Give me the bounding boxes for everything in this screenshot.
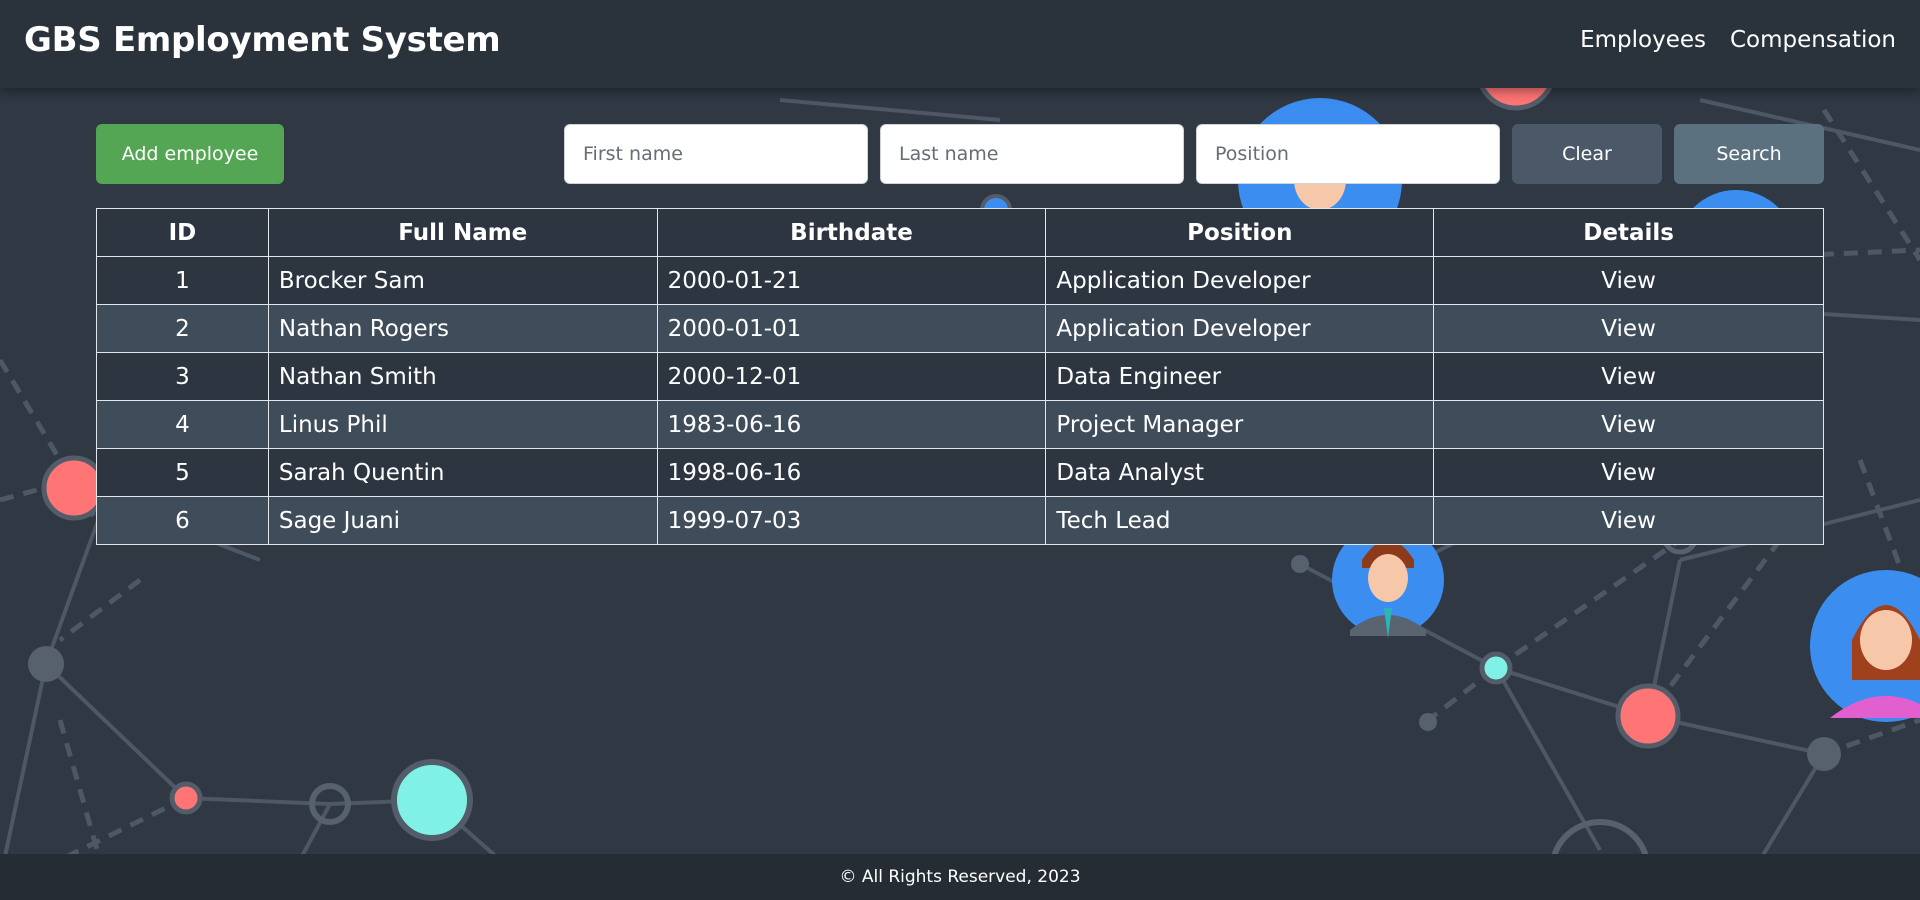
cell-id: 4 [96, 400, 269, 449]
table-row: 5 Sarah Quentin 1998-06-16 Data Analyst … [96, 448, 1824, 497]
cell-full-name: Sage Juani [267, 496, 658, 545]
column-header-position: Position [1045, 208, 1435, 257]
cell-birthdate: 1998-06-16 [656, 448, 1047, 497]
cell-position: Data Analyst [1045, 448, 1435, 497]
cell-details: View [1433, 352, 1824, 401]
nav-link-compensation[interactable]: Compensation [1730, 27, 1896, 53]
last-name-input[interactable] [880, 124, 1184, 184]
cell-full-name: Sarah Quentin [267, 448, 658, 497]
column-header-birthdate: Birthdate [656, 208, 1047, 257]
view-details-link[interactable]: View [1601, 364, 1656, 390]
table-header-row: ID Full Name Birthdate Position Details [96, 208, 1824, 257]
cell-id: 5 [96, 448, 269, 497]
clear-button[interactable]: Clear [1512, 124, 1662, 184]
search-toolbar: Add employee Clear Search [96, 124, 1824, 184]
position-input[interactable] [1196, 124, 1500, 184]
cell-full-name: Nathan Rogers [267, 304, 658, 353]
cell-position: Data Engineer [1045, 352, 1435, 401]
cell-full-name: Brocker Sam [267, 256, 658, 305]
cell-full-name: Nathan Smith [267, 352, 658, 401]
cell-id: 3 [96, 352, 269, 401]
cell-full-name: Linus Phil [267, 400, 658, 449]
cell-birthdate: 2000-01-21 [656, 256, 1047, 305]
view-details-link[interactable]: View [1601, 460, 1656, 486]
view-details-link[interactable]: View [1601, 508, 1656, 534]
app-title[interactable]: GBS Employment System [24, 20, 501, 60]
footer: © All Rights Reserved, 2023 [0, 854, 1920, 900]
cell-details: View [1433, 496, 1824, 545]
cell-id: 1 [96, 256, 269, 305]
view-details-link[interactable]: View [1601, 268, 1656, 294]
first-name-input[interactable] [564, 124, 868, 184]
cell-id: 6 [96, 496, 269, 545]
table-row: 1 Brocker Sam 2000-01-21 Application Dev… [96, 256, 1824, 305]
search-button[interactable]: Search [1674, 124, 1824, 184]
cell-birthdate: 2000-12-01 [656, 352, 1047, 401]
column-header-id: ID [96, 208, 269, 257]
cell-id: 2 [96, 304, 269, 353]
employees-table: ID Full Name Birthdate Position Details … [96, 208, 1824, 545]
navbar: GBS Employment System Employees Compensa… [0, 0, 1920, 88]
add-employee-button[interactable]: Add employee [96, 124, 284, 184]
cell-birthdate: 2000-01-01 [656, 304, 1047, 353]
nav-links: Employees Compensation [1580, 27, 1896, 53]
cell-details: View [1433, 304, 1824, 353]
cell-position: Tech Lead [1045, 496, 1435, 545]
cell-details: View [1433, 400, 1824, 449]
view-details-link[interactable]: View [1601, 412, 1656, 438]
cell-details: View [1433, 448, 1824, 497]
cell-birthdate: 1983-06-16 [656, 400, 1047, 449]
table-row: 4 Linus Phil 1983-06-16 Project Manager … [96, 400, 1824, 449]
table-row: 6 Sage Juani 1999-07-03 Tech Lead View [96, 496, 1824, 545]
table-row: 3 Nathan Smith 2000-12-01 Data Engineer … [96, 352, 1824, 401]
table-row: 2 Nathan Rogers 2000-01-01 Application D… [96, 304, 1824, 353]
cell-position: Application Developer [1045, 304, 1435, 353]
column-header-details: Details [1433, 208, 1824, 257]
column-header-full-name: Full Name [267, 208, 658, 257]
nav-link-employees[interactable]: Employees [1580, 27, 1706, 53]
cell-position: Application Developer [1045, 256, 1435, 305]
view-details-link[interactable]: View [1601, 316, 1656, 342]
cell-details: View [1433, 256, 1824, 305]
cell-position: Project Manager [1045, 400, 1435, 449]
copyright-text: © All Rights Reserved, 2023 [839, 867, 1081, 887]
cell-birthdate: 1999-07-03 [656, 496, 1047, 545]
